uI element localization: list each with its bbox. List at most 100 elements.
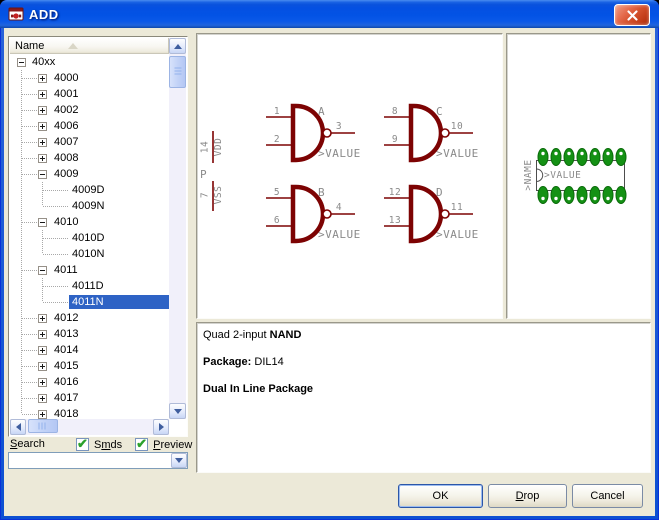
tree-item-4006[interactable]: 4006 bbox=[10, 118, 172, 134]
tree-item-4015[interactable]: 4015 bbox=[10, 358, 172, 374]
horizontal-scrollbar-thumb[interactable] bbox=[28, 419, 58, 433]
expand-plus-icon[interactable] bbox=[38, 330, 47, 339]
close-button[interactable] bbox=[614, 4, 650, 26]
tree-item-4002[interactable]: 4002 bbox=[10, 102, 172, 118]
tree-item-4009D[interactable]: 4009D bbox=[10, 182, 172, 198]
svg-text:C: C bbox=[436, 105, 443, 118]
expand-plus-icon[interactable] bbox=[38, 154, 47, 163]
arrow-right-icon bbox=[159, 423, 164, 431]
svg-text:12: 12 bbox=[389, 187, 401, 198]
tree-item-label: 4011N bbox=[69, 295, 171, 309]
tree-item-label: 4002 bbox=[51, 103, 81, 117]
svg-text:D: D bbox=[436, 186, 443, 199]
expand-plus-icon[interactable] bbox=[38, 122, 47, 131]
thumb-grip-icon bbox=[39, 423, 48, 430]
svg-text:14: 14 bbox=[200, 141, 211, 153]
tree-item-4010D[interactable]: 4010D bbox=[10, 230, 172, 246]
svg-text:13: 13 bbox=[389, 215, 401, 226]
svg-text:3: 3 bbox=[336, 121, 342, 132]
tree-item-4008[interactable]: 4008 bbox=[10, 150, 172, 166]
schematic-drawing: 14VDDP7VSS123A>VALUE8910C>VALUE564B>VALU… bbox=[197, 34, 502, 318]
tree-item-4017[interactable]: 4017 bbox=[10, 390, 172, 406]
collapse-minus-icon[interactable] bbox=[17, 58, 26, 67]
tree-connector-line bbox=[22, 366, 38, 367]
checkbox-preview[interactable]: ✔ bbox=[135, 438, 148, 451]
drop-button[interactable]: Drop bbox=[488, 484, 567, 508]
tree-item-label: 4006 bbox=[51, 119, 81, 133]
schematic-preview-panel: 14VDDP7VSS123A>VALUE8910C>VALUE564B>VALU… bbox=[196, 33, 503, 319]
tree-connector-line bbox=[43, 302, 69, 303]
tree-item-label: 4010 bbox=[51, 215, 81, 229]
tree-connector-line bbox=[22, 110, 38, 111]
tree-connector-line bbox=[22, 382, 38, 383]
svg-text:>VALUE: >VALUE bbox=[544, 170, 581, 181]
tree-item-4000[interactable]: 4000 bbox=[10, 70, 172, 86]
tree-item-4016[interactable]: 4016 bbox=[10, 374, 172, 390]
description-line: Dual In Line Package bbox=[203, 382, 650, 396]
tree-item-4010N[interactable]: 4010N bbox=[10, 246, 172, 262]
tree-connector-line bbox=[22, 222, 38, 223]
cancel-button[interactable]: Cancel bbox=[572, 484, 643, 508]
tree-item-4009N[interactable]: 4009N bbox=[10, 198, 172, 214]
search-label: Search bbox=[10, 438, 45, 450]
tree-connector-line bbox=[43, 286, 69, 287]
tree-connector-line bbox=[22, 414, 38, 415]
tree-item-4011[interactable]: 4011 bbox=[10, 262, 172, 278]
collapse-minus-icon[interactable] bbox=[38, 266, 47, 275]
tree-connector-line bbox=[43, 190, 69, 191]
expand-plus-icon[interactable] bbox=[38, 394, 47, 403]
tree-item-4007[interactable]: 4007 bbox=[10, 134, 172, 150]
expand-plus-icon[interactable] bbox=[38, 346, 47, 355]
expand-plus-icon[interactable] bbox=[38, 106, 47, 115]
scroll-right-button[interactable] bbox=[153, 419, 169, 435]
description-line: Package: DIL14 bbox=[203, 355, 650, 369]
tree-item-4010[interactable]: 4010 bbox=[10, 214, 172, 230]
tree-horizontal-scrollbar[interactable] bbox=[10, 419, 169, 435]
ok-button[interactable]: OK bbox=[398, 484, 483, 508]
arrow-up-icon bbox=[174, 44, 182, 49]
expand-plus-icon[interactable] bbox=[38, 362, 47, 371]
expand-plus-icon[interactable] bbox=[38, 90, 47, 99]
tree-item-4011D[interactable]: 4011D bbox=[10, 278, 172, 294]
tree-item-40xx[interactable]: 40xx bbox=[10, 54, 172, 70]
expand-plus-icon[interactable] bbox=[38, 410, 47, 419]
tree-connector-line bbox=[22, 350, 38, 351]
tree-vertical-scrollbar[interactable] bbox=[169, 38, 186, 419]
search-input[interactable] bbox=[10, 454, 168, 467]
tree-item-4001[interactable]: 4001 bbox=[10, 86, 172, 102]
svg-text:10: 10 bbox=[451, 121, 463, 132]
component-tree-panel: Name 40xx4000400140024006400740084009400… bbox=[8, 36, 188, 437]
vertical-scrollbar-thumb[interactable] bbox=[169, 56, 186, 88]
svg-text:VSS: VSS bbox=[213, 186, 224, 205]
tree-item-4009[interactable]: 4009 bbox=[10, 166, 172, 182]
combo-dropdown-button[interactable] bbox=[171, 453, 187, 468]
tree-item-4014[interactable]: 4014 bbox=[10, 342, 172, 358]
tree-connector-line bbox=[42, 230, 43, 254]
scroll-down-button[interactable] bbox=[169, 403, 186, 419]
scroll-up-button[interactable] bbox=[169, 38, 186, 54]
search-combobox[interactable] bbox=[8, 452, 188, 469]
svg-text:VDD: VDD bbox=[213, 138, 224, 157]
tree-item-4012[interactable]: 4012 bbox=[10, 310, 172, 326]
tree-item-4011N[interactable]: 4011N bbox=[10, 294, 172, 310]
expand-plus-icon[interactable] bbox=[38, 138, 47, 147]
collapse-minus-icon[interactable] bbox=[38, 170, 47, 179]
title-bar[interactable]: ADD bbox=[0, 0, 659, 28]
svg-text:>VALUE: >VALUE bbox=[318, 147, 361, 160]
checkbox-smds[interactable]: ✔ bbox=[76, 438, 89, 451]
collapse-minus-icon[interactable] bbox=[38, 218, 47, 227]
checkmark-icon: ✔ bbox=[77, 436, 88, 452]
svg-text:6: 6 bbox=[274, 215, 280, 226]
tree-column-header[interactable]: Name bbox=[10, 38, 169, 54]
package-preview-panel: >NAME>VALUE bbox=[506, 33, 651, 319]
expand-plus-icon[interactable] bbox=[38, 314, 47, 323]
tree-item-label: 4011 bbox=[51, 263, 81, 277]
expand-plus-icon[interactable] bbox=[38, 74, 47, 83]
arrow-down-icon bbox=[175, 458, 183, 463]
package-drawing: >NAME>VALUE bbox=[507, 34, 650, 318]
expand-plus-icon[interactable] bbox=[38, 378, 47, 387]
tree-item-4013[interactable]: 4013 bbox=[10, 326, 172, 342]
tree-connector-line bbox=[22, 334, 38, 335]
scroll-left-button[interactable] bbox=[10, 419, 26, 435]
tree-connector-line bbox=[22, 142, 38, 143]
